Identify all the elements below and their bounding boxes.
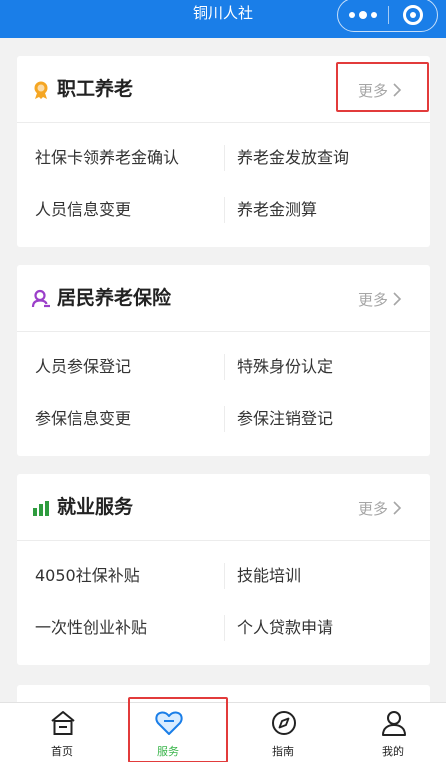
column-divider xyxy=(224,354,225,380)
more-label: 更多 xyxy=(357,499,388,518)
tab-label: 指南 xyxy=(272,745,294,758)
chevron-right-icon xyxy=(393,501,402,515)
card-header: 就业服务 更多 xyxy=(17,474,430,541)
column-divider xyxy=(224,197,225,223)
service-item[interactable]: 养老金发放查询 xyxy=(237,147,349,169)
home-icon xyxy=(51,711,75,735)
card-title: 职工养老 xyxy=(57,78,134,100)
service-item[interactable]: 参保注销登记 xyxy=(237,408,333,430)
service-item[interactable]: 人员信息变更 xyxy=(35,199,131,221)
chevron-right-icon xyxy=(393,292,402,306)
service-item[interactable]: 一次性创业补贴 xyxy=(35,617,147,639)
tab-services[interactable]: 服务 xyxy=(128,703,208,762)
tab-label: 服务 xyxy=(157,745,179,758)
close-mini-program-icon[interactable] xyxy=(389,0,437,31)
more-label: 更多 xyxy=(357,290,388,309)
service-item[interactable]: 4050社保补贴 xyxy=(35,565,140,587)
column-divider xyxy=(224,615,225,641)
mini-program-capsule xyxy=(337,0,438,32)
medal-icon xyxy=(34,81,48,99)
service-item[interactable]: 个人贷款申请 xyxy=(237,617,333,639)
card-resident-pension: 居民养老保险 更多 人员参保登记 特殊身份认定 参保信息变更 参保注销登记 xyxy=(17,265,430,456)
more-button[interactable]: 更多 xyxy=(338,280,422,318)
card-header: 居民养老保险 更多 xyxy=(17,265,430,332)
service-item[interactable]: 参保信息变更 xyxy=(35,408,131,430)
card-header: 职工养老 更多 xyxy=(17,56,430,123)
user-icon xyxy=(31,289,50,308)
tab-guide[interactable]: 指南 xyxy=(243,703,323,762)
column-divider xyxy=(224,145,225,171)
card-employment-services: 就业服务 更多 4050社保补贴 技能培训 一次性创业补贴 个人贷款申请 xyxy=(17,474,430,665)
card-title: 就业服务 xyxy=(57,496,134,518)
tab-label: 首页 xyxy=(51,745,73,758)
chevron-right-icon xyxy=(393,83,402,97)
tab-label: 我的 xyxy=(382,745,404,758)
heart-icon xyxy=(155,711,183,735)
top-navigation-bar: 铜川人社 xyxy=(0,0,446,38)
bottom-tab-bar: 首页 服务 指南 我的 xyxy=(0,702,446,762)
column-divider xyxy=(224,406,225,432)
compass-icon xyxy=(272,711,296,735)
card-employee-pension: 职工养老 更多 社保卡领养老金确认 养老金发放查询 人员信息变更 养老金测算 xyxy=(17,56,430,247)
more-button[interactable]: 更多 xyxy=(338,71,422,109)
more-button[interactable]: 更多 xyxy=(338,489,422,527)
service-item[interactable]: 养老金测算 xyxy=(237,199,317,221)
tab-home[interactable]: 首页 xyxy=(22,703,102,762)
service-item[interactable]: 社保卡领养老金确认 xyxy=(35,147,179,169)
more-options-icon[interactable] xyxy=(338,0,388,31)
service-item[interactable]: 人员参保登记 xyxy=(35,356,131,378)
tab-mine[interactable]: 我的 xyxy=(353,703,433,762)
service-item[interactable]: 技能培训 xyxy=(237,565,301,587)
person-icon xyxy=(382,711,406,736)
more-label: 更多 xyxy=(357,81,388,100)
column-divider xyxy=(224,563,225,589)
bar-chart-icon xyxy=(33,501,49,516)
card-title: 居民养老保险 xyxy=(57,287,172,309)
service-item[interactable]: 特殊身份认定 xyxy=(237,356,333,378)
